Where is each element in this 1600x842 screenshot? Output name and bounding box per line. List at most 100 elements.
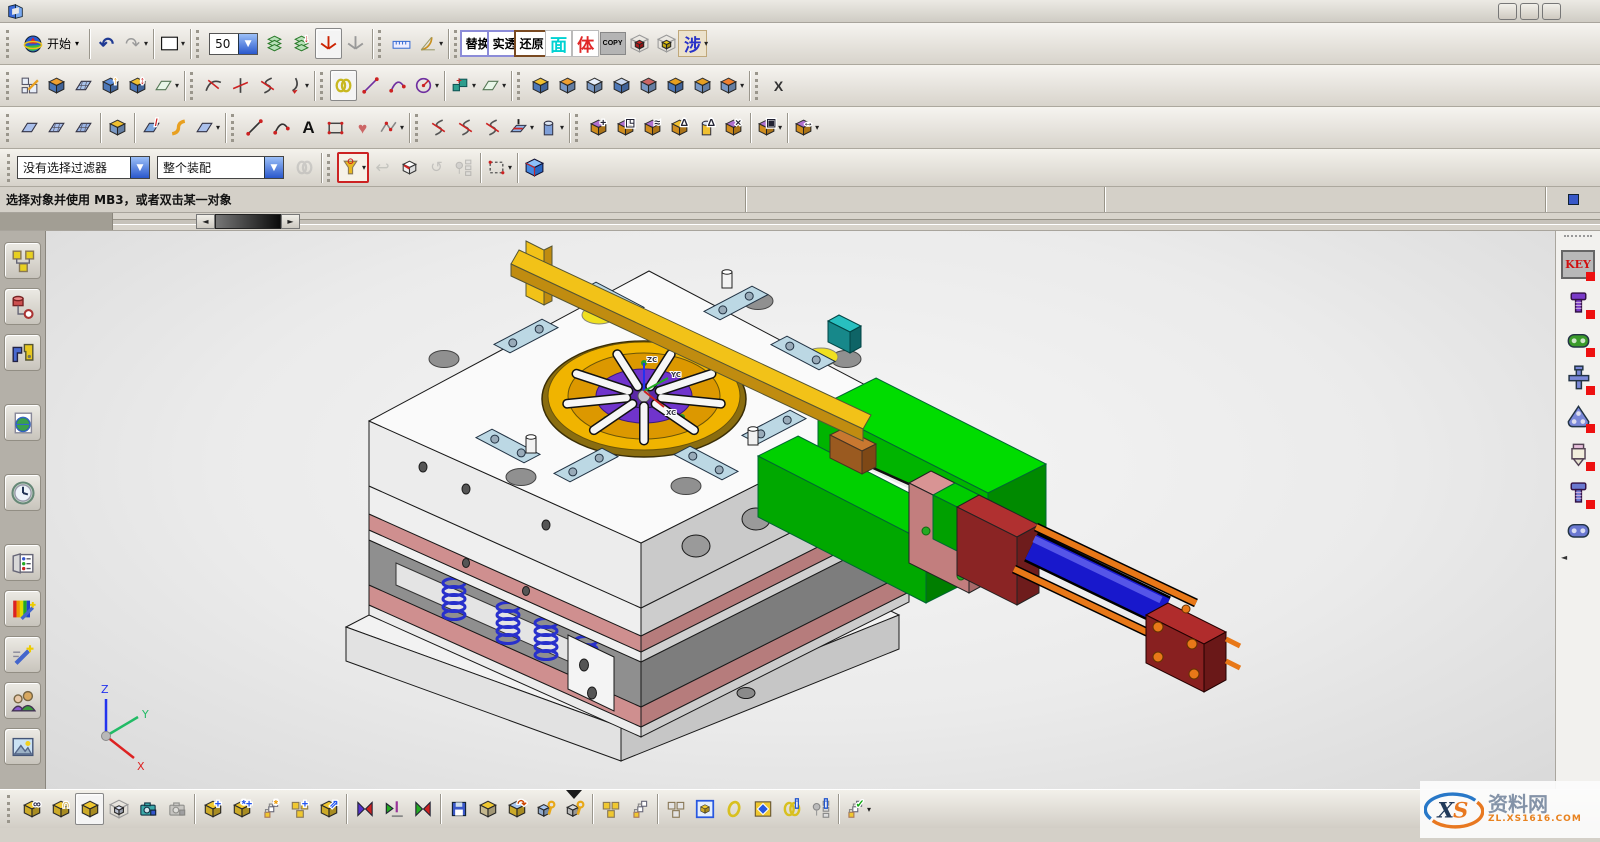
pocket-icon[interactable] [608,70,635,101]
toolbar-grip[interactable] [190,72,196,100]
check-mate-icon[interactable]: ✓▾ [842,793,873,825]
sheet-bend-icon[interactable] [554,70,581,101]
new-parent-icon[interactable]: * [256,793,285,825]
menu-item[interactable] [60,10,76,12]
plane-icon[interactable]: ▾ [478,70,508,101]
dropdown-arrow[interactable]: ▾ [216,123,220,132]
sheet-body-icon[interactable] [70,70,97,101]
resize-blend-icon[interactable]: Δ [693,112,720,143]
selection-filter-arrow[interactable]: ▼ [130,157,149,178]
palette-drag-handle[interactable] [1564,235,1592,242]
flatten-form-icon[interactable]: ▾ [506,112,536,143]
undo-selection-icon[interactable]: ↺ [423,152,450,183]
offset-region-icon[interactable]: ≈ [639,112,666,143]
scrollbar-thumb[interactable] [215,214,281,229]
interpart-link-icon[interactable] [291,152,318,183]
explode-assembly-icon[interactable] [104,793,133,825]
selection-scope-dropdown[interactable]: 整个装配 ▼ [157,156,284,179]
screw-palette-item[interactable] [1560,285,1597,320]
chamfer-icon[interactable] [527,70,554,101]
layer-spinner-arrow[interactable]: ▼ [238,34,257,54]
align-constraint-icon[interactable] [408,793,437,825]
split-body-icon[interactable] [635,70,662,101]
menu-item[interactable] [188,10,204,12]
link-information-icon[interactable]: i [777,793,806,825]
sweep-icon[interactable]: ↕ [124,70,151,101]
model-canvas[interactable]: ZC YC XC [46,231,1555,789]
remember-constraints-icon[interactable] [444,793,473,825]
replace-component-icon[interactable]: ↷ [502,793,531,825]
history-button[interactable] [4,474,41,511]
toolbar-grip[interactable] [7,795,13,823]
undo-button[interactable]: ↶ [93,28,120,59]
ruled-surface-icon[interactable] [16,112,43,143]
sequence-icon[interactable] [625,793,654,825]
toolbar-grip[interactable] [327,154,333,182]
wcs-dynamics-icon[interactable] [342,28,369,59]
profile-icon[interactable]: ♥ [349,112,376,143]
interpart-link-ring-icon[interactable] [719,793,748,825]
move-component-icon[interactable]: ⇗ [314,793,343,825]
assembly-navigator-button[interactable] [4,242,41,279]
bridge-surface-icon[interactable] [165,112,192,143]
snap-back-icon[interactable]: ↩ [369,152,396,183]
copy-body-icon[interactable]: ▾ [716,70,746,101]
show-body-button[interactable]: 体 [572,28,599,59]
dropdown-arrow[interactable]: ▾ [502,81,506,90]
dropdown-arrow[interactable]: ▾ [740,81,744,90]
curve-fillet-icon[interactable] [254,70,281,101]
product-interface-icon[interactable] [748,793,777,825]
scrollbar-track[interactable] [113,219,1600,225]
dropdown-arrow[interactable]: ▾ [560,123,564,132]
nozzle-palette-item[interactable] [1560,437,1597,472]
snap-point-icon[interactable]: ▾ [337,152,369,183]
hole-icon[interactable] [662,70,689,101]
internet-explorer-button[interactable] [4,404,41,441]
scroll-left-button[interactable]: ◄ [196,214,215,229]
resize-face-icon[interactable]: ↔▾ [791,112,821,143]
copy-display-button[interactable]: COPY [599,28,626,59]
show-face-button[interactable]: 面 [545,28,572,59]
relations-browser-icon[interactable]: i [806,793,835,825]
toolbar-grip[interactable] [575,114,581,142]
toolbar-grip[interactable] [378,30,384,58]
restore-display-button[interactable]: 还原 [518,28,545,59]
constraint-navigator-button[interactable] [4,288,41,325]
orient-view-icon[interactable] [521,152,548,183]
selection-filter-dropdown[interactable]: 没有选择过滤器 ▼ [17,156,150,179]
arc-icon[interactable] [384,70,411,101]
palette-collapse-arrow[interactable]: ◄ [1561,553,1567,562]
pull-face-icon[interactable]: ◳ [612,112,639,143]
model-teal-block[interactable] [828,315,861,353]
wrap-curve-icon[interactable] [479,112,506,143]
delete-face-icon[interactable]: × [720,112,747,143]
minimize-button[interactable] [1498,3,1517,20]
restore-button[interactable] [1520,3,1539,20]
new-component-icon[interactable]: *+ [227,793,256,825]
menu-item[interactable] [44,10,60,12]
mirror-body-icon[interactable] [43,70,70,101]
visualization-button[interactable] [4,636,41,673]
through-curves-icon[interactable] [43,112,70,143]
extend-curve-icon[interactable]: ▾ [281,70,311,101]
basic-arc-icon[interactable] [268,112,295,143]
dropdown-arrow[interactable]: ▾ [530,123,534,132]
wcs-display-icon[interactable] [315,28,342,59]
wave-geometry-linker-icon[interactable] [661,793,690,825]
part-navigator-button[interactable] [4,334,41,371]
menu-item[interactable] [140,10,156,12]
dropdown-arrow[interactable]: ▾ [867,805,871,814]
toolbar-grip[interactable] [320,72,326,100]
line-icon[interactable] [357,70,384,101]
divide-curve-icon[interactable] [227,70,254,101]
palettes-button[interactable] [4,544,41,581]
link-palette-item[interactable] [1560,323,1597,358]
dropdown-arrow[interactable]: ▾ [435,81,439,90]
toolbar-grip[interactable] [415,114,421,142]
move-face-icon[interactable]: + [585,112,612,143]
toolbar-grip[interactable] [6,30,12,58]
menu-item[interactable] [204,10,220,12]
assembly-constraints-icon[interactable] [350,793,379,825]
interference-button[interactable]: 涉▾ [680,28,710,59]
studio-surface-icon[interactable]: ▾ [192,112,222,143]
